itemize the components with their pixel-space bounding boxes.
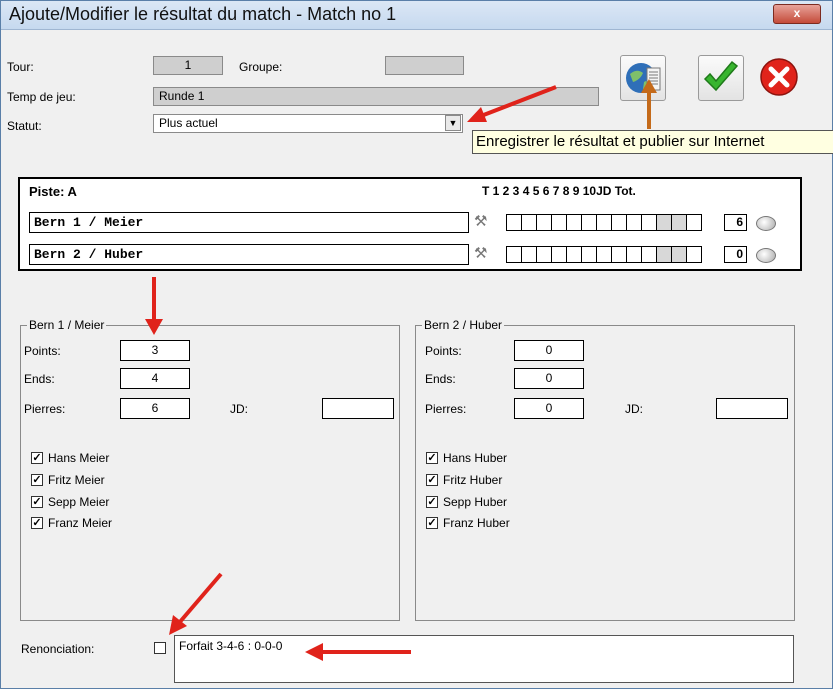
stone-icon xyxy=(756,216,776,231)
team2-pierres-input[interactable]: 0 xyxy=(514,398,584,419)
end-cell[interactable] xyxy=(626,214,642,231)
team2-name: Bern 2 / Huber xyxy=(29,244,469,265)
player-checkbox[interactable]: ✓ xyxy=(31,496,43,508)
team1-points-input[interactable]: 3 xyxy=(120,340,190,361)
hammer-icon[interactable]: ⚒ xyxy=(474,212,487,230)
window-close-button[interactable]: x xyxy=(773,4,821,24)
player-checkbox[interactable]: ✓ xyxy=(31,474,43,486)
piste-panel: Piste: A T 1 2 3 4 5 6 7 8 9 10JD Tot. B… xyxy=(18,177,802,271)
end-cell[interactable] xyxy=(656,246,672,263)
end-cell[interactable] xyxy=(596,246,612,263)
player-checkbox[interactable]: ✓ xyxy=(31,517,43,529)
statut-select[interactable]: Plus actuel xyxy=(153,114,463,133)
end-cell[interactable] xyxy=(611,214,627,231)
end-cell[interactable] xyxy=(551,246,567,263)
team2-ends-input[interactable]: 0 xyxy=(514,368,584,389)
temp-field[interactable]: Runde 1 xyxy=(153,87,599,106)
end-cell[interactable] xyxy=(626,246,642,263)
pierres-label: Pierres: xyxy=(425,402,467,416)
pierres-label: Pierres: xyxy=(24,402,66,416)
window-title: Ajoute/Modifier le résultat du match - M… xyxy=(9,4,397,24)
end-cell[interactable] xyxy=(656,214,672,231)
dropdown-arrow-icon[interactable]: ▼ xyxy=(445,115,461,131)
publish-button[interactable] xyxy=(620,55,666,101)
end-cell[interactable] xyxy=(521,214,537,231)
end-cell[interactable] xyxy=(536,214,552,231)
team2-total: 0 xyxy=(724,246,747,263)
end-cell[interactable] xyxy=(581,214,597,231)
team1-ends-input[interactable]: 4 xyxy=(120,368,190,389)
team1-name: Bern 1 / Meier xyxy=(29,212,469,233)
end-cell[interactable] xyxy=(506,246,522,263)
end-cell[interactable] xyxy=(536,246,552,263)
groupe-label: Groupe: xyxy=(239,60,283,74)
ok-button[interactable] xyxy=(698,55,744,101)
end-cell[interactable] xyxy=(566,214,582,231)
end-cell[interactable] xyxy=(581,246,597,263)
temp-label: Temp de jeu: xyxy=(7,90,76,104)
groupe-field[interactable] xyxy=(385,56,464,75)
cancel-icon xyxy=(760,58,798,96)
ends-label: Ends: xyxy=(24,372,55,386)
player-label: Fritz Huber xyxy=(443,473,503,487)
team1-end-cells[interactable] xyxy=(506,214,702,231)
team2-group: Bern 2 / Huber Points: 0 Ends: 0 Pierres… xyxy=(415,318,795,621)
player-label: Franz Huber xyxy=(443,516,510,530)
end-cell[interactable] xyxy=(551,214,567,231)
globe-publish-icon xyxy=(626,63,661,93)
team1-pierres-input[interactable]: 6 xyxy=(120,398,190,419)
end-cell[interactable] xyxy=(686,214,702,231)
end-cell[interactable] xyxy=(596,214,612,231)
team2-jd-input[interactable] xyxy=(716,398,788,419)
dialog-window: Ajoute/Modifier le résultat du match - M… xyxy=(0,0,833,689)
player-checkbox[interactable]: ✓ xyxy=(31,452,43,464)
close-icon: x xyxy=(793,6,801,20)
tour-field[interactable]: 1 xyxy=(153,56,223,75)
end-cell[interactable] xyxy=(671,246,687,263)
team2-legend: Bern 2 / Huber xyxy=(422,318,505,332)
points-label: Points: xyxy=(425,344,462,358)
checkmark-icon xyxy=(703,60,739,92)
team1-total: 6 xyxy=(724,214,747,231)
end-cell[interactable] xyxy=(566,246,582,263)
piste-title: Piste: A xyxy=(29,184,77,199)
jd-label: JD: xyxy=(625,402,643,416)
cancel-button[interactable] xyxy=(757,55,803,101)
end-cell[interactable] xyxy=(641,246,657,263)
team2-points-input[interactable]: 0 xyxy=(514,340,584,361)
team2-end-cells[interactable] xyxy=(506,246,702,263)
player-checkbox[interactable]: ✓ xyxy=(426,496,438,508)
player-label: Hans Huber xyxy=(443,451,508,465)
hammer-icon[interactable]: ⚒ xyxy=(474,244,487,262)
result-text-area[interactable]: Forfait 3-4-6 : 0-0-0 xyxy=(174,635,794,683)
player-label: Fritz Meier xyxy=(48,473,105,487)
end-cell[interactable] xyxy=(506,214,522,231)
points-label: Points: xyxy=(24,344,61,358)
player-checkbox[interactable]: ✓ xyxy=(426,517,438,529)
renonciation-label: Renonciation: xyxy=(21,642,95,656)
title-bar: Ajoute/Modifier le résultat du match - M… xyxy=(1,1,832,30)
player-label: Sepp Huber xyxy=(443,495,508,509)
team1-legend: Bern 1 / Meier xyxy=(27,318,107,332)
statut-label: Statut: xyxy=(7,119,42,133)
team1-group: Bern 1 / Meier Points: 3 Ends: 4 Pierres… xyxy=(20,318,400,621)
jd-label: JD: xyxy=(230,402,248,416)
end-cell[interactable] xyxy=(641,214,657,231)
tour-label: Tour: xyxy=(7,60,34,74)
end-cell[interactable] xyxy=(671,214,687,231)
end-cell[interactable] xyxy=(611,246,627,263)
player-label: Sepp Meier xyxy=(48,495,110,509)
player-label: Franz Meier xyxy=(48,516,113,530)
ends-label: Ends: xyxy=(425,372,456,386)
stone-icon xyxy=(756,248,776,263)
player-checkbox[interactable]: ✓ xyxy=(426,474,438,486)
end-cell[interactable] xyxy=(686,246,702,263)
renonciation-checkbox[interactable] xyxy=(154,642,166,654)
player-label: Hans Meier xyxy=(48,451,110,465)
publish-tooltip: Enregistrer le résultat et publier sur I… xyxy=(472,130,833,154)
team1-jd-input[interactable] xyxy=(322,398,394,419)
end-cell[interactable] xyxy=(521,246,537,263)
player-checkbox[interactable]: ✓ xyxy=(426,452,438,464)
score-headers: T 1 2 3 4 5 6 7 8 9 10JD Tot. xyxy=(482,184,636,198)
